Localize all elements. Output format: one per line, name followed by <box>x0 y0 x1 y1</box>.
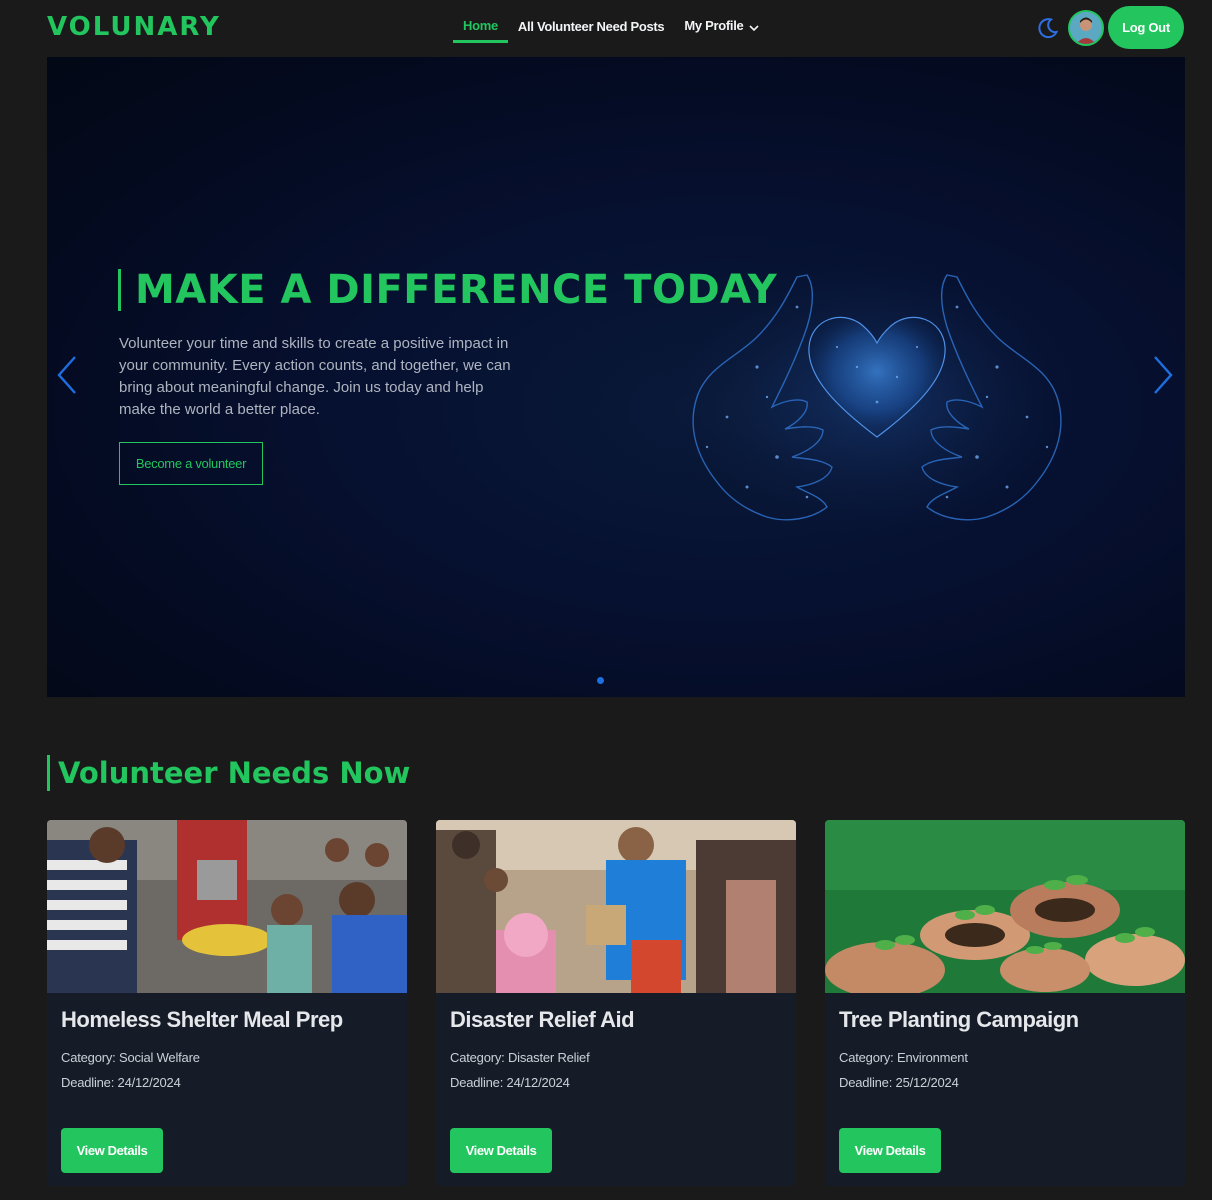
nav-all-posts[interactable]: All Volunteer Need Posts <box>508 11 674 42</box>
card-title: Homeless Shelter Meal Prep <box>61 1007 343 1032</box>
section-title: Volunteer Needs Now <box>47 755 410 791</box>
nav-links: Home All Volunteer Need Posts My Profile <box>453 10 769 43</box>
card-category: Category: Disaster Relief <box>450 1050 590 1065</box>
card-deadline: Deadline: 24/12/2024 <box>450 1075 570 1090</box>
logout-button[interactable]: Log Out <box>1108 6 1184 49</box>
chevron-left-icon[interactable] <box>53 353 81 397</box>
hero-carousel: MAKE A DIFFERENCE TODAY Volunteer your t… <box>47 57 1185 697</box>
hero-description: Volunteer your time and skills to create… <box>119 335 511 418</box>
card-deadline: Deadline: 24/12/2024 <box>61 1075 181 1090</box>
nav-my-profile-label: My Profile <box>684 18 744 34</box>
become-volunteer-button[interactable]: Become a volunteer <box>119 442 263 485</box>
card-deadline: Deadline: 25/12/2024 <box>839 1075 959 1090</box>
moon-icon[interactable] <box>1036 16 1060 40</box>
volunteer-card: Homeless Shelter Meal Prep Category: Soc… <box>47 820 407 1186</box>
hero-title: MAKE A DIFFERENCE TODAY <box>118 269 777 311</box>
chevron-down-icon <box>749 20 760 35</box>
nav-home[interactable]: Home <box>453 10 508 43</box>
card-category: Category: Environment <box>839 1050 968 1065</box>
card-image <box>825 820 1185 993</box>
card-image <box>47 820 407 993</box>
navbar: VOLUNARY Home All Volunteer Need Posts M… <box>0 0 1212 56</box>
volunteer-card: Tree Planting Campaign Category: Environ… <box>825 820 1185 1186</box>
avatar[interactable] <box>1068 10 1104 46</box>
card-title: Disaster Relief Aid <box>450 1007 635 1032</box>
card-image <box>436 820 796 993</box>
card-category: Category: Social Welfare <box>61 1050 200 1065</box>
chevron-right-icon[interactable] <box>1149 353 1177 397</box>
volunteer-card: Disaster Relief Aid Category: Disaster R… <box>436 820 796 1186</box>
carousel-dot[interactable] <box>597 677 604 684</box>
nav-my-profile[interactable]: My Profile <box>674 10 769 42</box>
card-title: Tree Planting Campaign <box>839 1007 1079 1032</box>
view-details-button[interactable]: View Details <box>61 1128 163 1173</box>
brand-logo[interactable]: VOLUNARY <box>47 12 221 42</box>
view-details-button[interactable]: View Details <box>450 1128 552 1173</box>
view-details-button[interactable]: View Details <box>839 1128 941 1173</box>
